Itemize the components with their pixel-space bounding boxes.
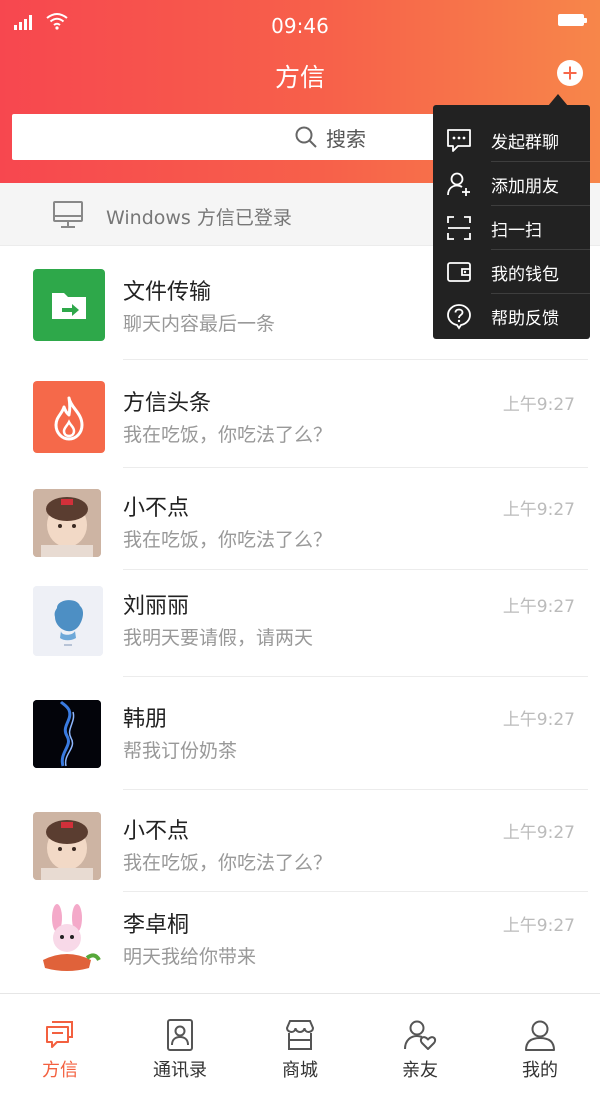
search-placeholder: 搜索 (326, 126, 366, 151)
chat-time: 上午9:27 (502, 823, 575, 843)
menu-label: 扫一扫 (491, 221, 542, 241)
scan-icon (447, 216, 471, 240)
chat-time: 上午9:27 (502, 710, 575, 730)
menu-label: 添加朋友 (491, 177, 559, 197)
flame-icon (54, 396, 84, 441)
tab-label: 亲友 (402, 1060, 438, 1081)
bottom-tab-bar: 方信 通讯录 商城 亲友 我的 (0, 993, 600, 1093)
profile-icon (525, 1020, 555, 1051)
chat-item-xiaobudian[interactable]: 小不点 我在吃饭，你吃法了么？ 上午9:27 (0, 468, 600, 570)
tab-contacts[interactable]: 通讯录 (120, 994, 240, 1093)
chat-time: 上午9:27 (502, 395, 575, 415)
tab-label: 通讯录 (153, 1060, 207, 1081)
file-transfer-avatar (33, 269, 105, 341)
chat-preview: 聊天内容最后一条 (123, 313, 276, 335)
chat-preview: 我在吃饭，你吃法了么？ (123, 424, 333, 446)
add-plus-button[interactable] (557, 60, 583, 86)
tab-label: 方信 (42, 1060, 78, 1081)
contacts-icon (167, 1019, 193, 1051)
chat-name: 方信头条 (123, 391, 212, 416)
chat-preview: 我明天要请假，请两天 (123, 627, 314, 649)
chat-name: 文件传输 (123, 280, 212, 305)
status-time: 09:46 (271, 14, 329, 38)
family-icon (404, 1020, 437, 1050)
chat-item-liulili[interactable]: 刘丽丽 我明天要请假，请两天 上午9:27 (0, 570, 600, 677)
chat-name: 小不点 (123, 819, 190, 844)
chat-item-hanpeng[interactable]: 韩朋 帮我订份奶茶 上午9:27 (0, 677, 600, 790)
chat-bubble-icon (447, 129, 471, 152)
menu-item-add-friend[interactable]: 添加朋友 (433, 162, 590, 206)
monitor-icon (53, 201, 83, 228)
popup-menu: 发起群聊 添加朋友 扫一扫 我的钱包 帮助反馈 (433, 105, 590, 339)
chat-time: 上午9:27 (502, 500, 575, 520)
battery-icon (558, 14, 587, 26)
menu-label: 发起群聊 (491, 133, 559, 153)
chat-item-lizhuotong[interactable]: 李卓桐 明天我给你带来 上午9:27 (0, 892, 600, 992)
status-bar: 09:46 (0, 0, 600, 50)
tab-label: 我的 (522, 1060, 558, 1081)
help-icon (447, 304, 471, 330)
menu-item-group-chat[interactable]: 发起群聊 (433, 118, 590, 162)
login-status-text: Windows 方信已登录 (106, 207, 292, 229)
chat-name: 韩朋 (123, 707, 168, 732)
wallet-icon (447, 262, 471, 282)
folder-icon (52, 293, 86, 319)
page-title: 方信 (274, 63, 325, 92)
menu-label: 我的钱包 (491, 265, 559, 285)
illustration-avatar (33, 586, 103, 656)
chat-item-xiaobudian-2[interactable]: 小不点 我在吃饭，你吃法了么？ 上午9:27 (0, 790, 600, 892)
store-icon (285, 1020, 315, 1050)
chat-name: 小不点 (123, 496, 190, 521)
chat-preview: 明天我给你带来 (123, 946, 257, 968)
bunny-avatar (33, 904, 103, 974)
smoke-photo-avatar (33, 700, 101, 768)
tab-label: 商城 (282, 1060, 318, 1081)
baby-photo-avatar (33, 489, 101, 557)
tab-profile[interactable]: 我的 (480, 994, 600, 1093)
chat-time: 上午9:27 (502, 916, 575, 936)
chat-name: 李卓桐 (123, 913, 190, 938)
tab-fangxin[interactable]: 方信 (0, 994, 120, 1093)
chat-item-headlines[interactable]: 方信头条 我在吃饭，你吃法了么？ 上午9:27 (0, 360, 600, 468)
tab-store[interactable]: 商城 (240, 994, 360, 1093)
chat-preview: 帮我订份奶茶 (123, 740, 238, 762)
headlines-avatar (33, 381, 105, 453)
chat-icon (46, 1021, 73, 1048)
menu-item-wallet[interactable]: 我的钱包 (433, 250, 590, 294)
search-icon (295, 126, 317, 148)
baby-photo-avatar (33, 812, 101, 880)
add-friend-icon (447, 172, 470, 196)
menu-item-scan[interactable]: 扫一扫 (433, 206, 590, 250)
menu-item-help[interactable]: 帮助反馈 (433, 294, 590, 338)
chat-name: 刘丽丽 (123, 594, 190, 619)
menu-label: 帮助反馈 (491, 309, 559, 329)
chat-time: 上午9:27 (502, 597, 575, 617)
chat-preview: 我在吃饭，你吃法了么？ (123, 529, 333, 551)
chat-preview: 我在吃饭，你吃法了么？ (123, 852, 333, 874)
tab-family[interactable]: 亲友 (360, 994, 480, 1093)
